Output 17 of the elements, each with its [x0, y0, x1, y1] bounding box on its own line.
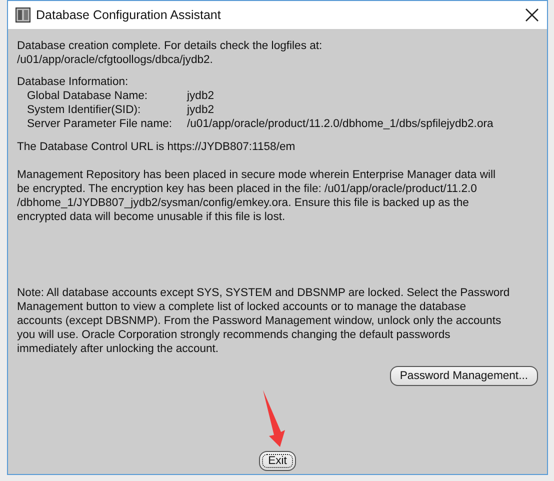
exit-button[interactable]: Exit [259, 451, 296, 471]
info-label: System Identifier(SID): [27, 103, 142, 117]
info-value: jydb2 [187, 89, 214, 103]
control-url: The Database Control URL is https://JYDB807:1158/em [17, 140, 296, 154]
close-icon[interactable] [525, 8, 539, 22]
log-path: /u01/app/oracle/cfgtoollogs/dbca/jydb2. [17, 53, 214, 67]
database-icon [15, 7, 31, 23]
info-label: Server Parameter File name: [27, 117, 174, 131]
log-message: Database creation complete. For details check the logfiles at: [17, 39, 324, 53]
info-value: jydb2 [187, 103, 214, 117]
note-message: Note: All database accounts except SYS, SYSTEM and DBSNMP are locked. Select the Password Management button to view a complete list of locked accounts or to manage the database accounts (except DBSNMP). From the Password Management window, unlock only the accounts you will use. Oracle Corporation strongly recommends changing the default passwords immediately after unlocking the account. [17, 286, 511, 356]
info-heading: Database Information: [17, 75, 130, 89]
info-label: Global Database Name: [27, 89, 149, 103]
repository-message: Management Repository has been placed in secure mode wherein Enterprise Manager data will be encrypted. The encryption key has been placed in the file: /u01/app/oracle/product/11.2.0 /dbhome_1/JYDB807_jydb2/sysman/config/emkey.ora. Ensure this file is backed up as the encrypted data will become unusable if this file is lost. [17, 168, 497, 224]
password-management-button[interactable]: Password Management... [390, 366, 538, 386]
window-title: Database Configuration Assistant [36, 8, 222, 22]
info-value: /u01/app/oracle/product/11.2.0/dbhome_1/dbs/spfilejydb2.ora [187, 117, 494, 131]
